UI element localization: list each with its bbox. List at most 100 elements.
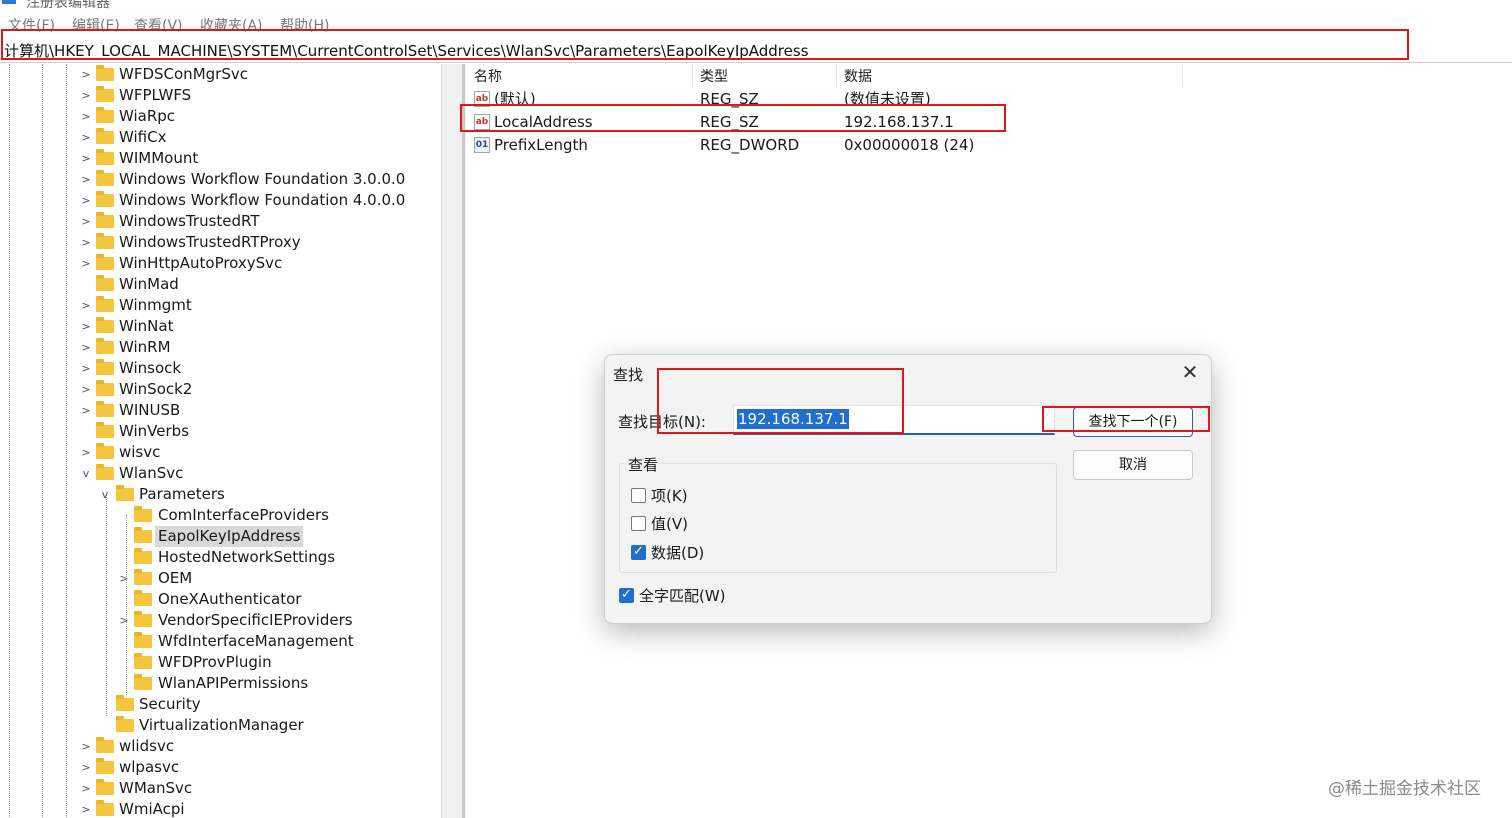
tree-item-label: WindowsTrustedRTProxy bbox=[119, 233, 301, 251]
chevron-right-icon[interactable]: > bbox=[80, 127, 92, 148]
tree-item-label: WlanSvc bbox=[119, 464, 184, 482]
column-header-type[interactable]: 类型 bbox=[700, 66, 728, 86]
menu-edit[interactable]: 编辑(E) bbox=[72, 15, 120, 35]
column-divider[interactable] bbox=[836, 64, 837, 86]
chevron-right-icon[interactable]: > bbox=[80, 736, 92, 757]
checkbox-unchecked-icon[interactable] bbox=[631, 516, 646, 531]
chevron-right-icon[interactable]: > bbox=[118, 568, 130, 589]
tree-guide-line bbox=[42, 64, 43, 818]
menu-file[interactable]: 文件(F) bbox=[8, 15, 55, 35]
tree-item-label: Winsock bbox=[119, 359, 182, 377]
look-at-label: 查看 bbox=[625, 454, 662, 475]
folder-icon bbox=[96, 275, 114, 291]
menu-favorites[interactable]: 收藏夹(A) bbox=[200, 15, 263, 35]
folder-icon bbox=[96, 317, 114, 333]
value-row[interactable]: 01 PrefixLength REG_DWORD 0x00000018 (24… bbox=[466, 134, 1026, 156]
tree-item-label: WIMMount bbox=[119, 149, 199, 167]
chevron-right-icon[interactable]: > bbox=[80, 316, 92, 337]
chevron-right-icon[interactable]: > bbox=[80, 757, 92, 778]
value-row[interactable]: ab LocalAddress REG_SZ 192.168.137.1 bbox=[466, 111, 1026, 133]
menu-bar: 文件(F) 编辑(E) 查看(V) 收藏夹(A) 帮助(H) bbox=[0, 14, 1512, 34]
address-path[interactable]: 计算机\HKEY_LOCAL_MACHINE\SYSTEM\CurrentCon… bbox=[4, 40, 809, 61]
close-icon[interactable]: ✕ bbox=[1177, 360, 1203, 384]
folder-icon bbox=[96, 401, 114, 417]
data-checkbox-label: 数据(D) bbox=[651, 544, 705, 562]
chevron-right-icon[interactable]: > bbox=[80, 106, 92, 127]
chevron-right-icon[interactable]: > bbox=[118, 610, 130, 631]
column-divider[interactable] bbox=[692, 64, 693, 86]
chevron-down-icon[interactable]: v bbox=[80, 463, 92, 484]
chevron-right-icon[interactable]: > bbox=[80, 148, 92, 169]
tree-item-label: wlidsvc bbox=[119, 737, 175, 755]
tree-item-label: WFPLWFS bbox=[119, 86, 192, 104]
value-data: 192.168.137.1 bbox=[844, 113, 954, 131]
chevron-right-icon[interactable]: > bbox=[80, 190, 92, 211]
checkbox-checked-icon[interactable] bbox=[631, 543, 646, 561]
find-next-button[interactable]: 查找下一个(F) bbox=[1073, 407, 1193, 437]
chevron-right-icon[interactable]: > bbox=[80, 295, 92, 316]
tree-guide-line bbox=[106, 494, 107, 716]
value-name: (默认) bbox=[494, 90, 536, 108]
dialog-title: 查找 bbox=[613, 366, 644, 384]
chevron-right-icon[interactable]: > bbox=[80, 400, 92, 421]
folder-icon bbox=[96, 779, 114, 795]
chevron-down-icon[interactable]: v bbox=[99, 484, 111, 505]
chevron-right-icon[interactable]: > bbox=[80, 379, 92, 400]
column-header-name[interactable]: 名称 bbox=[474, 66, 502, 86]
folder-icon bbox=[116, 716, 134, 732]
address-bar[interactable]: 计算机\HKEY_LOCAL_MACHINE\SYSTEM\CurrentCon… bbox=[0, 36, 1512, 63]
tree-scrollbar[interactable] bbox=[462, 64, 465, 818]
folder-icon bbox=[96, 254, 114, 270]
folder-icon bbox=[96, 800, 114, 816]
value-data: 0x00000018 (24) bbox=[844, 136, 975, 154]
folder-icon bbox=[96, 359, 114, 375]
tree-item-label: WManSvc bbox=[119, 779, 193, 797]
menu-help[interactable]: 帮助(H) bbox=[280, 15, 329, 35]
folder-icon bbox=[96, 149, 114, 165]
find-what-value[interactable]: 192.168.137.1 bbox=[737, 409, 849, 429]
tree-item-label: WinMad bbox=[119, 275, 179, 293]
chevron-right-icon[interactable]: > bbox=[80, 253, 92, 274]
find-what-input[interactable]: 192.168.137.1 bbox=[733, 405, 1055, 435]
menu-view[interactable]: 查看(V) bbox=[134, 15, 183, 35]
column-header-data[interactable]: 数据 bbox=[844, 66, 872, 86]
chevron-right-icon[interactable]: > bbox=[80, 85, 92, 106]
chevron-right-icon[interactable]: > bbox=[80, 64, 92, 85]
folder-icon bbox=[96, 296, 114, 312]
folder-icon bbox=[96, 212, 114, 228]
tree-item-label: WinSock2 bbox=[119, 380, 193, 398]
watermark: @稀土掘金技术社区 bbox=[1328, 779, 1481, 799]
chevron-right-icon[interactable]: > bbox=[80, 211, 92, 232]
chevron-right-icon[interactable]: > bbox=[80, 442, 92, 463]
find-dialog: 查找 ✕ 查找目标(N): 192.168.137.1 查找下一个(F) 取消 … bbox=[604, 354, 1212, 624]
string-value-icon: ab bbox=[474, 91, 490, 107]
tree-item-label: WmiAcpi bbox=[119, 800, 185, 818]
chevron-right-icon[interactable]: > bbox=[80, 799, 92, 818]
pane-splitter[interactable] bbox=[441, 64, 466, 818]
folder-icon bbox=[96, 422, 114, 438]
chevron-right-icon[interactable]: > bbox=[80, 169, 92, 190]
chevron-right-icon[interactable]: > bbox=[80, 358, 92, 379]
value-row[interactable]: ab (默认) REG_SZ (数值未设置) bbox=[466, 88, 1026, 110]
chevron-right-icon[interactable]: > bbox=[80, 337, 92, 358]
folder-icon bbox=[96, 737, 114, 753]
column-divider[interactable] bbox=[1182, 64, 1183, 86]
tree-item-label: WinVerbs bbox=[119, 422, 190, 440]
chevron-right-icon[interactable]: > bbox=[80, 778, 92, 799]
tree-item-label: WFDSConMgrSvc bbox=[119, 65, 248, 83]
value-name: PrefixLength bbox=[494, 136, 588, 154]
folder-icon bbox=[96, 758, 114, 774]
cancel-button[interactable]: 取消 bbox=[1073, 450, 1193, 480]
tree-item-label: OneXAuthenticator bbox=[158, 590, 302, 608]
tree-guide-line bbox=[126, 515, 127, 695]
tree-item-label: ComInterfaceProviders bbox=[158, 506, 329, 524]
folder-icon bbox=[116, 485, 134, 501]
checkbox-unchecked-icon[interactable] bbox=[631, 488, 646, 503]
folder-icon bbox=[96, 107, 114, 123]
tree-item-label: WinHttpAutoProxySvc bbox=[119, 254, 283, 272]
key-tree[interactable]: > WFDSConMgrSvc > WFPLWFS > WiaRpc > Wif… bbox=[0, 64, 460, 818]
checkbox-checked-icon[interactable] bbox=[619, 586, 634, 604]
folder-icon bbox=[96, 464, 114, 480]
tree-item-label: Parameters bbox=[139, 485, 225, 503]
chevron-right-icon[interactable]: > bbox=[80, 232, 92, 253]
